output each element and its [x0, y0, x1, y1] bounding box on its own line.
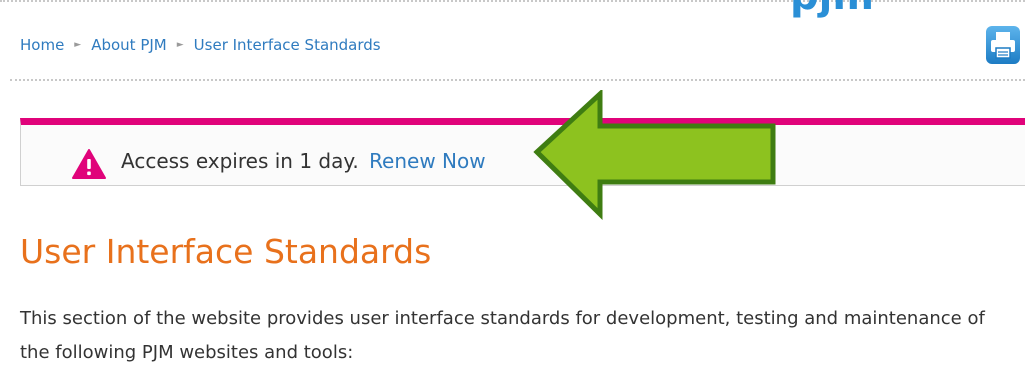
- page-title: User Interface Standards: [20, 232, 432, 271]
- site-logo[interactable]: pjm: [790, 0, 874, 16]
- warning-triangle-icon: [72, 149, 106, 179]
- renew-now-link[interactable]: Renew Now: [369, 149, 486, 173]
- intro-paragraph: This section of the website provides use…: [20, 308, 985, 363]
- breadcrumb-home[interactable]: Home: [20, 36, 64, 54]
- breadcrumb: Home ► About PJM ► User Interface Standa…: [20, 36, 381, 54]
- breadcrumb-about-pjm[interactable]: About PJM: [91, 36, 167, 54]
- breadcrumb-separator-icon: ►: [176, 40, 184, 50]
- breadcrumb-separator-icon: ►: [74, 40, 82, 50]
- annotation-arrow-icon: [533, 90, 776, 220]
- print-icon[interactable]: [985, 25, 1021, 65]
- alert-message-text: Access expires in 1 day.: [121, 149, 359, 173]
- breadcrumb-user-interface-standards[interactable]: User Interface Standards: [194, 36, 381, 54]
- breadcrumb-dotted-divider: [10, 79, 1025, 81]
- alert-message: Access expires in 1 day. Renew Now: [121, 149, 486, 173]
- access-expiry-alert: Access expires in 1 day. Renew Now: [20, 118, 1025, 186]
